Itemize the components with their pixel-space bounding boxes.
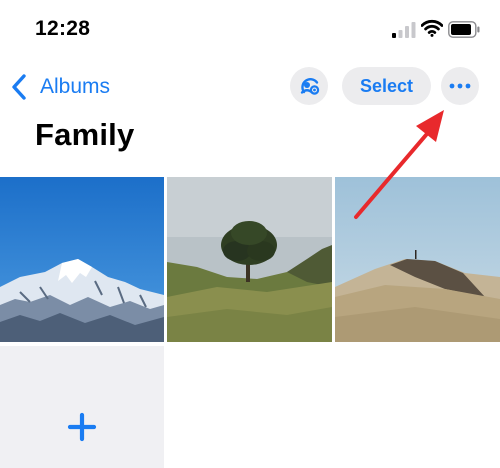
status-time: 12:28 <box>35 17 91 40</box>
plus-icon <box>67 412 97 442</box>
back-button-label: Albums <box>40 75 111 98</box>
status-bar: 12:28 <box>0 0 500 60</box>
photo-thumbnail-tree[interactable] <box>167 177 332 342</box>
tree-photo-image <box>167 177 332 342</box>
wifi-icon <box>421 19 443 37</box>
mountain-photo-image <box>0 177 164 342</box>
album-title: Family <box>35 117 135 152</box>
back-button[interactable]: Albums <box>10 70 110 104</box>
people-sharing-icon <box>300 78 320 95</box>
photo-thumbnail-mountain[interactable] <box>0 177 164 342</box>
dune-photo-image <box>335 177 500 342</box>
chevron-left-icon <box>12 74 26 100</box>
battery-icon <box>448 21 480 38</box>
more-options-button[interactable] <box>441 67 479 105</box>
photo-thumbnail-dune[interactable] <box>335 177 500 342</box>
add-photo-button[interactable] <box>0 346 164 468</box>
select-button[interactable]: Select <box>342 67 431 105</box>
shared-people-button[interactable] <box>290 67 328 105</box>
cellular-signal-icon <box>392 22 416 38</box>
ellipsis-icon <box>449 83 471 89</box>
